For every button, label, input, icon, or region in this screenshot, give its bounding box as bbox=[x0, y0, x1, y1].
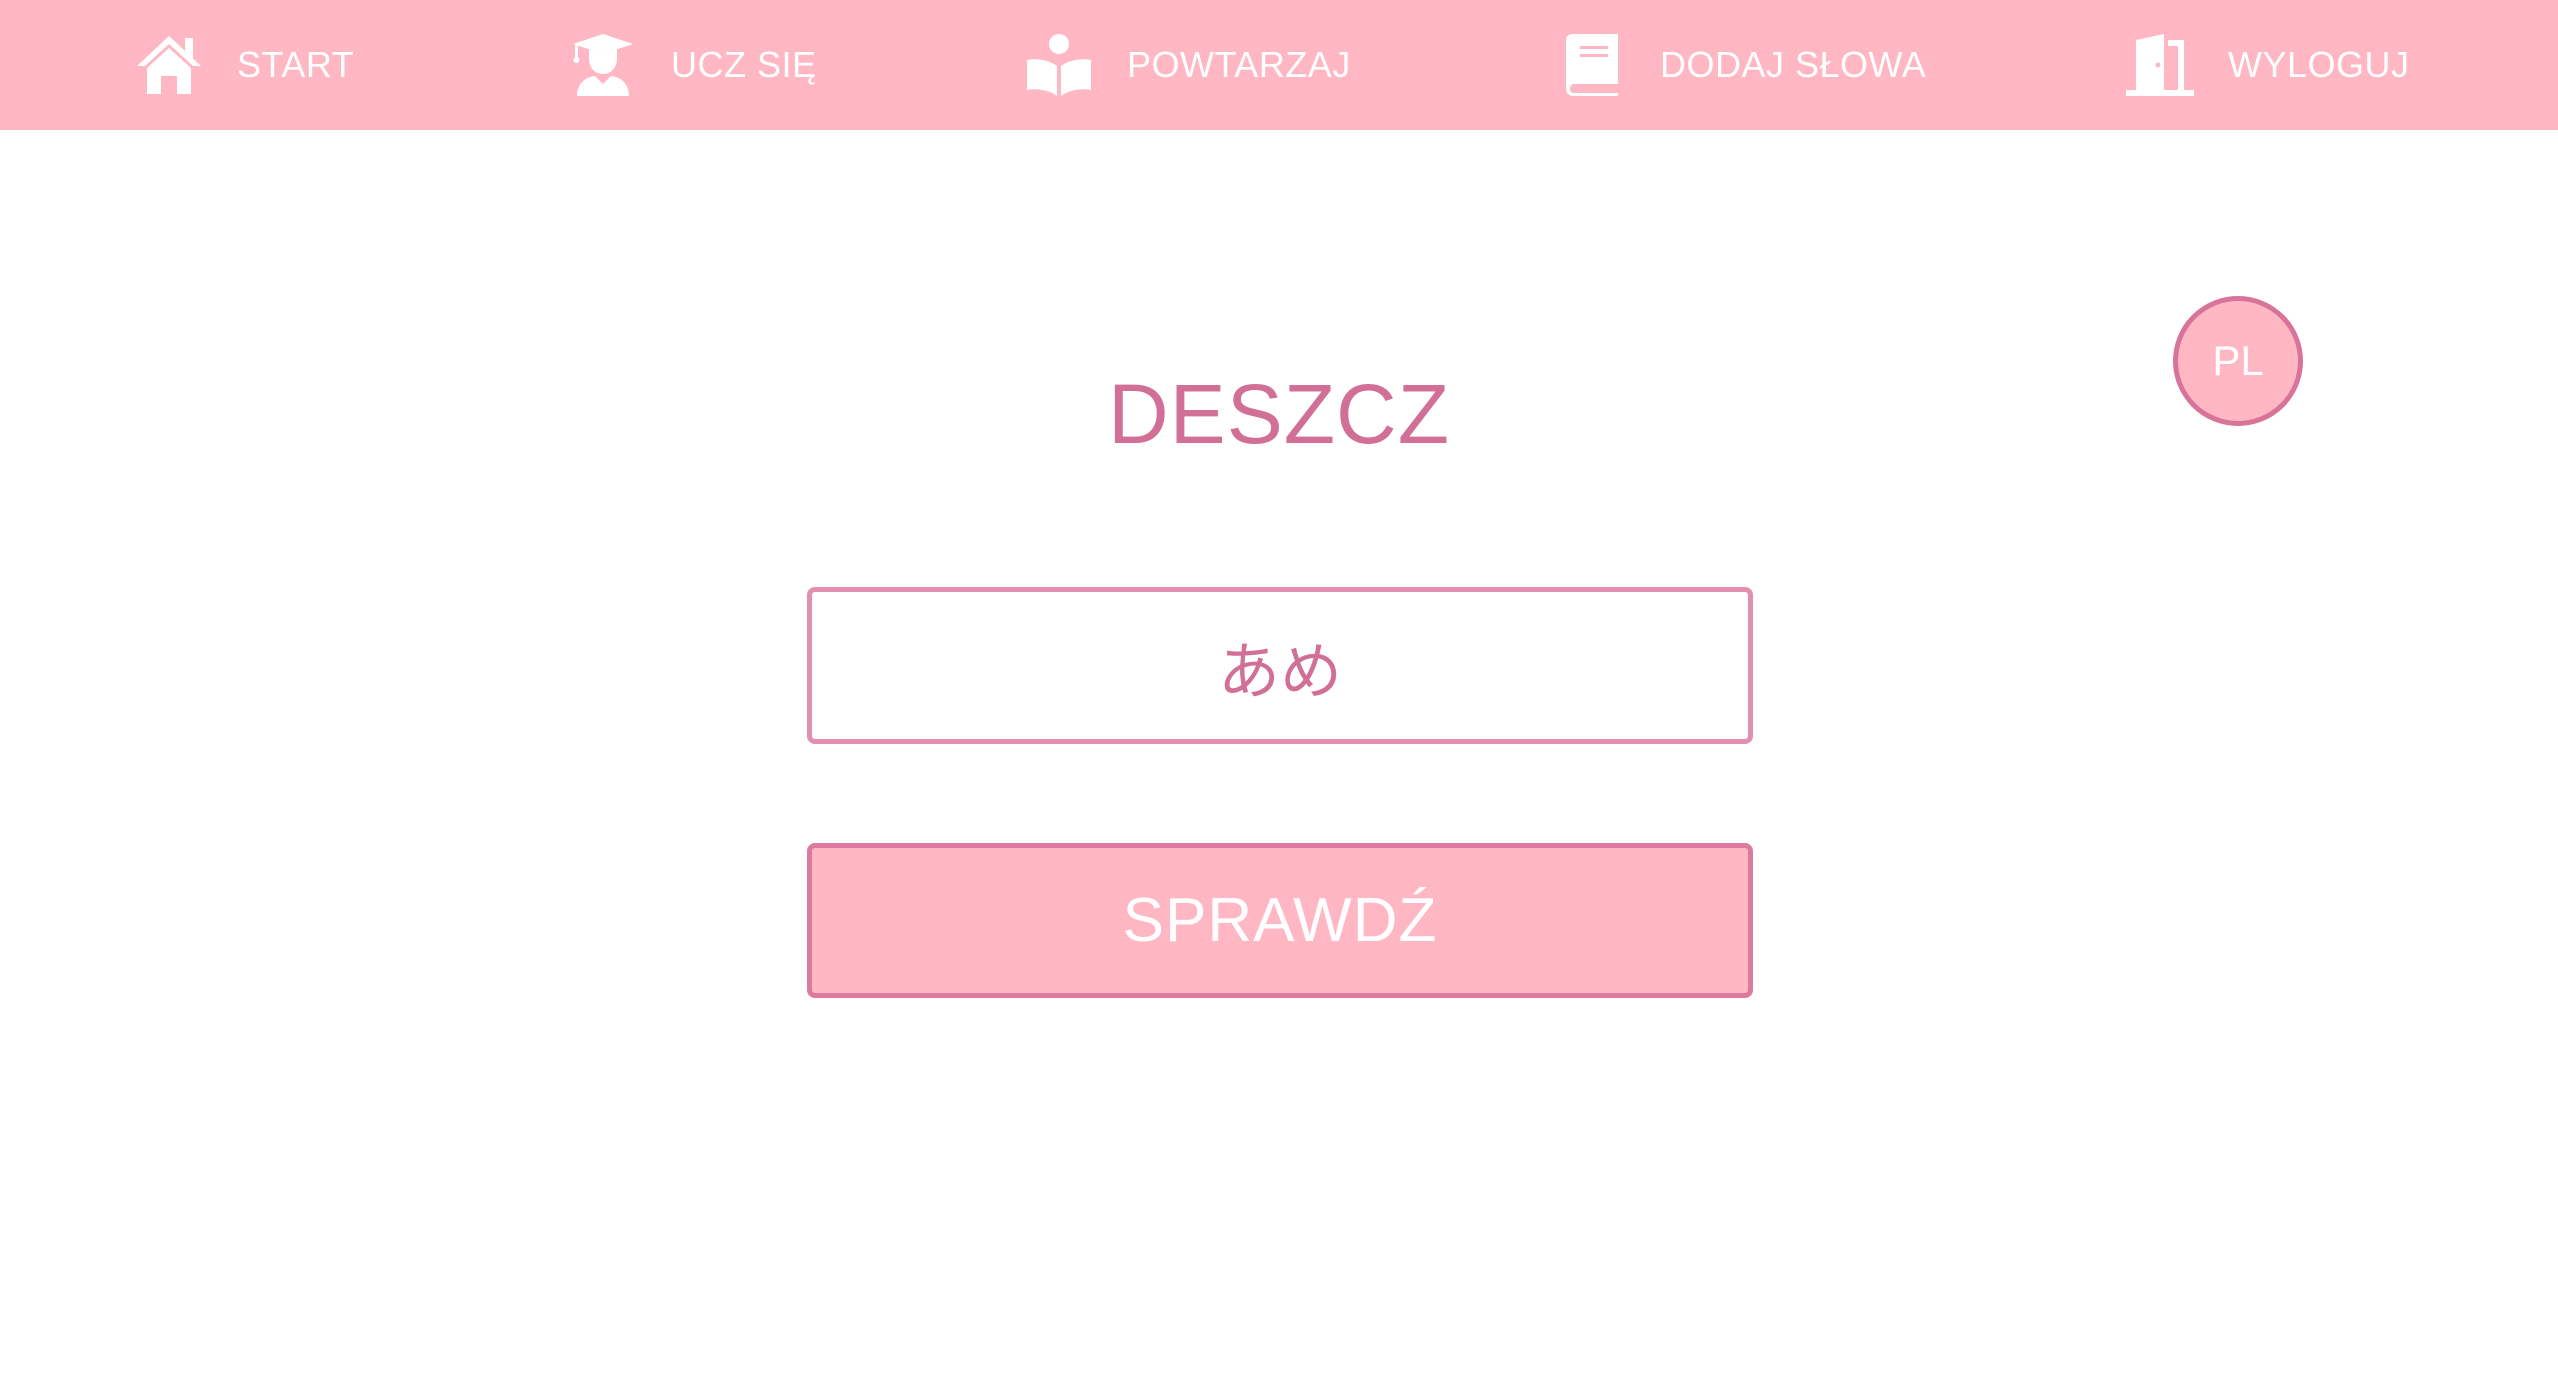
nav-item-label: UCZ SIĘ bbox=[671, 44, 817, 85]
book-icon bbox=[1556, 32, 1628, 98]
answer-input[interactable] bbox=[807, 587, 1753, 744]
nav-item-review[interactable]: POWTARZAJ bbox=[1023, 0, 1351, 130]
check-button[interactable]: SPRAWDŹ bbox=[807, 843, 1753, 998]
nav-item-add-words[interactable]: DODAJ SŁOWA bbox=[1556, 0, 1926, 130]
nav-item-label: DODAJ SŁOWA bbox=[1660, 44, 1927, 85]
nav-item-learn[interactable]: UCZ SIĘ bbox=[567, 0, 817, 130]
nav-item-label: POWTARZAJ bbox=[1127, 44, 1351, 85]
top-navbar: START UCZ SIĘ POWTARZAJ DODAJ SŁOWA WYLO… bbox=[0, 0, 2558, 130]
nav-item-label: WYLOGUJ bbox=[2228, 44, 2410, 85]
nav-item-start[interactable]: START bbox=[133, 0, 354, 130]
graduate-icon bbox=[567, 32, 639, 98]
reader-icon bbox=[1023, 32, 1095, 98]
nav-item-label: START bbox=[237, 44, 355, 85]
door-icon bbox=[2124, 32, 2196, 98]
nav-item-logout[interactable]: WYLOGUJ bbox=[2124, 0, 2410, 130]
quiz-word: DESZCZ bbox=[1108, 367, 1450, 461]
home-icon bbox=[133, 32, 205, 98]
